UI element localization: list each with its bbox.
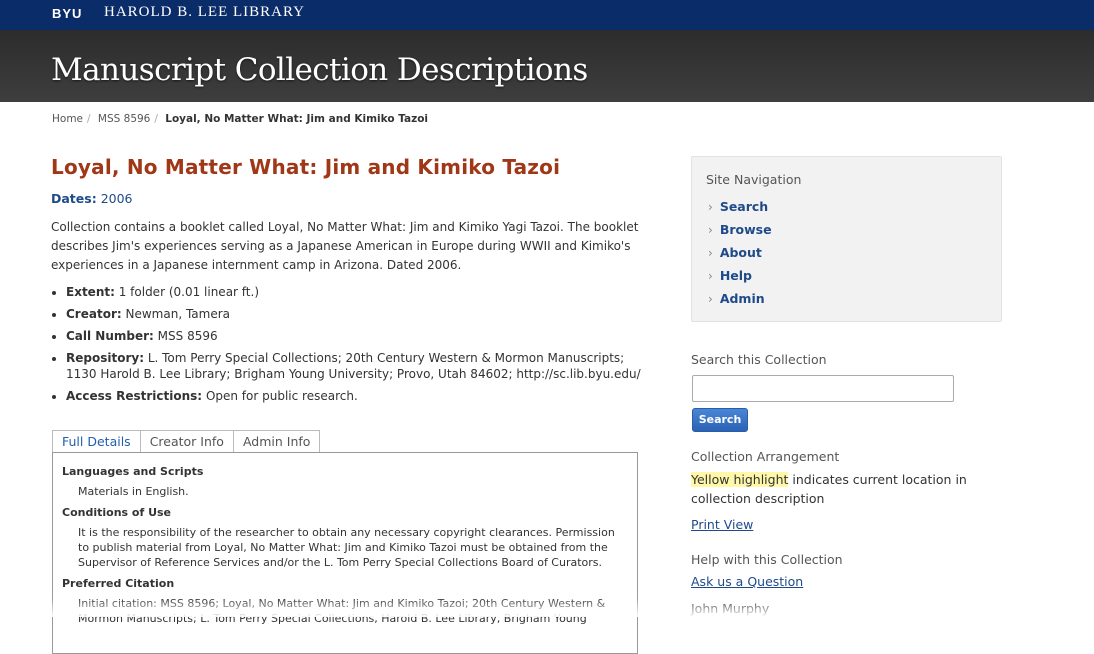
dates-label: Dates: <box>51 191 97 206</box>
nav-item-admin[interactable]: › Admin <box>708 291 772 314</box>
chevron-right-icon: › <box>708 200 713 214</box>
print-view-link[interactable]: Print View <box>691 517 753 532</box>
metadata-call-number: Call Number: MSS 8596 <box>66 328 641 344</box>
highlight-sample: Yellow highlight <box>691 472 789 487</box>
site-navigation-list: › Search › Browse › About › Help › Admin <box>708 199 772 314</box>
metadata-value: Open for public research. <box>205 389 358 403</box>
nav-item-label[interactable]: Admin <box>720 291 765 306</box>
site-title[interactable]: Manuscript Collection Descriptions <box>51 52 588 88</box>
search-collection-heading: Search this Collection <box>691 352 827 367</box>
citation-heading: Preferred Citation <box>62 577 175 590</box>
nav-item-browse[interactable]: › Browse <box>708 222 772 245</box>
main-content: Loyal, No Matter What: Jim and Kimiko Ta… <box>51 155 641 410</box>
nav-item-help[interactable]: › Help <box>708 268 772 291</box>
metadata-label: Repository: <box>66 351 144 365</box>
contact-name: John Murphy <box>691 601 770 616</box>
chevron-right-icon: › <box>708 246 713 260</box>
top-bar: BYU HAROLD B. LEE LIBRARY <box>0 0 1094 30</box>
byu-logo[interactable]: BYU <box>52 6 82 21</box>
nav-item-label[interactable]: Help <box>720 268 752 283</box>
metadata-label: Extent: <box>66 285 115 299</box>
site-navigation-box: Site Navigation › Search › Browse › About ›… <box>691 156 1002 322</box>
languages-heading: Languages and Scripts <box>62 465 204 478</box>
languages-text: Materials in English. <box>78 485 189 498</box>
chevron-right-icon: › <box>708 269 713 283</box>
nav-item-label[interactable]: Search <box>720 199 768 214</box>
nav-item-search[interactable]: › Search <box>708 199 772 222</box>
tab-admin-info[interactable]: Admin Info <box>232 430 321 453</box>
breadcrumb-collection[interactable]: MSS 8596 <box>98 113 150 125</box>
metadata-value: Newman, Tamera <box>125 307 231 321</box>
search-button[interactable]: Search <box>692 408 748 432</box>
breadcrumb-separator: / <box>87 113 91 125</box>
site-header: Manuscript Collection Descriptions <box>0 30 1094 102</box>
metadata-access: Access Restrictions: Open for public res… <box>66 388 641 404</box>
ask-question-link[interactable]: Ask us a Question <box>691 574 803 589</box>
metadata-value: L. Tom Perry Special Collections; 20th C… <box>66 351 641 381</box>
nav-item-about[interactable]: › About <box>708 245 772 268</box>
metadata-label: Creator: <box>66 307 122 321</box>
metadata-creator: Creator: Newman, Tamera <box>66 306 641 322</box>
metadata-value: MSS 8596 <box>157 329 218 343</box>
citation-text: Initial citation: MSS 8596; Loyal, No Ma… <box>78 597 606 625</box>
help-heading: Help with this Collection <box>691 552 843 567</box>
details-panel: Languages and Scripts Materials in Engli… <box>52 452 638 654</box>
search-input[interactable] <box>692 375 954 402</box>
conditions-text: It is the responsibility of the research… <box>78 526 615 569</box>
dates-value: 2006 <box>100 191 133 206</box>
arrangement-note: Yellow highlight indicates current locat… <box>691 470 981 508</box>
breadcrumb-current: Loyal, No Matter What: Jim and Kimiko Ta… <box>165 113 429 125</box>
nav-item-label[interactable]: About <box>720 245 762 260</box>
breadcrumb: Home / MSS 8596 / Loyal, No Matter What: J… <box>52 113 428 125</box>
tab-creator-info[interactable]: Creator Info <box>139 430 234 453</box>
library-name[interactable]: HAROLD B. LEE LIBRARY <box>104 4 305 21</box>
metadata-repository: Repository: L. Tom Perry Special Collect… <box>66 350 641 382</box>
dates-line: Dates: 2006 <box>51 191 641 206</box>
site-navigation-heading: Site Navigation <box>706 172 802 187</box>
chevron-right-icon: › <box>708 292 713 306</box>
collection-summary: Collection contains a booklet called Loy… <box>51 220 639 272</box>
arrangement-heading: Collection Arrangement <box>691 449 840 464</box>
breadcrumb-separator: / <box>154 113 158 125</box>
detail-tabs: Full Details Creator Info Admin Info <box>52 430 321 453</box>
metadata-list: Extent: 1 folder (0.01 linear ft.) Creat… <box>51 284 641 404</box>
chevron-right-icon: › <box>708 223 713 237</box>
metadata-label: Access Restrictions: <box>66 389 203 403</box>
tab-full-details[interactable]: Full Details <box>52 430 141 453</box>
metadata-value: 1 folder (0.01 linear ft.) <box>118 285 260 299</box>
metadata-label: Call Number: <box>66 329 154 343</box>
breadcrumb-home[interactable]: Home <box>52 113 83 125</box>
metadata-extent: Extent: 1 folder (0.01 linear ft.) <box>66 284 641 300</box>
page-title: Loyal, No Matter What: Jim and Kimiko Ta… <box>51 155 561 179</box>
conditions-heading: Conditions of Use <box>62 506 172 519</box>
nav-item-label[interactable]: Browse <box>720 222 772 237</box>
